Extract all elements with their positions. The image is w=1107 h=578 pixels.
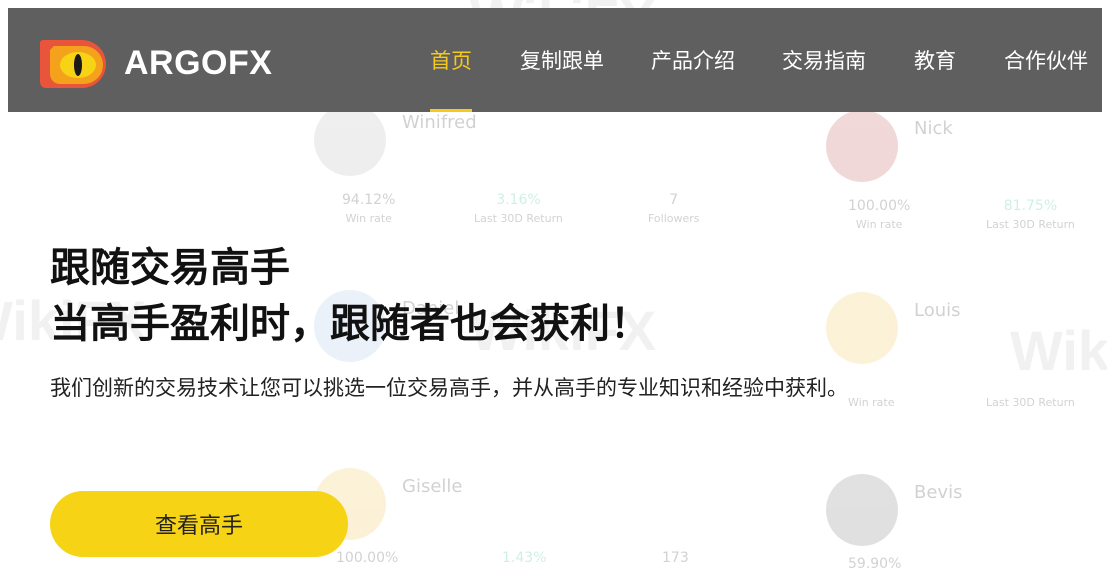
stat-win-rate: 59.90%	[848, 556, 902, 572]
nav-partners[interactable]: 合作伙伴	[1004, 8, 1088, 112]
stat-followers: 173	[662, 550, 689, 566]
stat-win-rate: 100.00% Win rate	[848, 198, 911, 231]
stat-return: Last 30D Return	[986, 396, 1075, 409]
stat-win-rate: 100.00%	[336, 550, 399, 566]
avatar	[826, 110, 898, 182]
trader-card: Bevis 59.90%	[826, 474, 1106, 578]
nav-products[interactable]: 产品介绍	[651, 8, 735, 112]
trader-name: Winifred	[402, 112, 477, 133]
avatar	[826, 292, 898, 364]
trader-card: Giselle 100.00% 1.43% 173	[314, 468, 734, 578]
trader-card: Nick 100.00% Win rate 81.75% Last 30D Retu…	[826, 110, 1106, 240]
stat-return: 3.16% Last 30D Return	[474, 192, 563, 225]
view-traders-button[interactable]: 查看高手	[50, 491, 348, 557]
nav-trading-guide[interactable]: 交易指南	[782, 8, 866, 112]
trader-name: Bevis	[914, 482, 963, 503]
stat-win-rate: 94.12% Win rate	[342, 192, 396, 225]
hero-section: 跟随交易高手 当高手盈利时，跟随者也会获利！	[50, 240, 650, 352]
stat-followers: 7 Followers	[648, 192, 700, 225]
main-nav: 首页 复制跟单 产品介绍 交易指南 教育 合作伙伴	[430, 8, 1088, 112]
hero-subtitle: 我们创新的交易技术让您可以挑选一位交易高手，并从高手的专业知识和经验中获利。	[50, 376, 848, 400]
hero-title-line1: 跟随交易高手	[50, 245, 290, 291]
avatar	[826, 474, 898, 546]
hero-title-line2: 当高手盈利时，跟随者也会获利！	[50, 301, 650, 347]
trader-card: Winifred 94.12% Win rate 3.16% Last 30D Re…	[314, 104, 734, 234]
argofx-logo-icon	[40, 40, 106, 88]
stat-return: 1.43%	[502, 550, 547, 566]
trader-name: Giselle	[402, 476, 463, 497]
top-navbar: ARGOFX 首页 复制跟单 产品介绍 交易指南 教育 合作伙伴	[8, 8, 1102, 112]
nav-copy-trading[interactable]: 复制跟单	[520, 8, 604, 112]
stat-win-rate: Win rate	[848, 396, 895, 409]
trader-card: Louis Win rate Last 30D Return	[826, 292, 1106, 422]
avatar	[314, 104, 386, 176]
logo-text: ARGOFX	[124, 43, 273, 82]
logo[interactable]: ARGOFX	[36, 34, 272, 92]
trader-name: Louis	[914, 300, 961, 321]
nav-home[interactable]: 首页	[430, 8, 472, 112]
stat-return: 81.75% Last 30D Return	[986, 198, 1075, 231]
trader-name: Nick	[914, 118, 953, 139]
nav-education[interactable]: 教育	[914, 8, 956, 112]
